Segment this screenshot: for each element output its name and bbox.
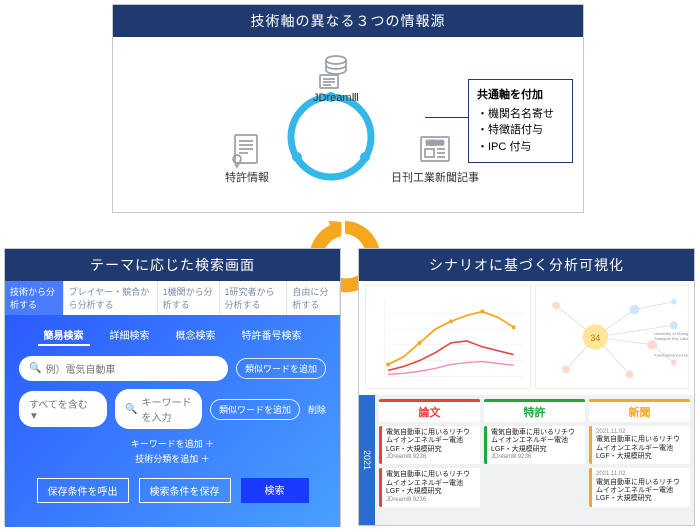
callout-item: ・機関名名寄せ	[477, 106, 564, 123]
match-select[interactable]: すべてを含む ▼	[19, 391, 107, 427]
viz-row: 34 University of Shanghai for Sci… Shang…	[359, 281, 694, 395]
right-header: シナリオに基づく分析可視化	[359, 249, 694, 281]
subtab-detail[interactable]: 詳細検索	[104, 325, 156, 346]
search-button[interactable]: 検索	[241, 478, 309, 503]
search-mode-tabs: 簡易検索 詳細検索 概念検索 特許番号検索	[19, 325, 326, 346]
analysis-tabs: 技術から分析する プレイヤー・競合から分析する 1機関から分析する 1研究者から…	[5, 281, 340, 315]
col-header-paper: 論文	[379, 399, 480, 422]
add-techclass-link[interactable]: 技術分類を追加 ＋	[19, 452, 326, 467]
news-card[interactable]: 2021.11.02 電気自動車に用いるリチウムイオンエネルギー電池 LGF・大…	[589, 426, 690, 464]
search-area: 簡易検索 詳細検索 概念検索 特許番号検索 🔍 例）電気自動車 類似ワードを追加…	[5, 315, 340, 527]
mini-line-chart	[365, 285, 531, 389]
left-panel: テーマに応じた検索画面 技術から分析する プレイヤー・競合から分析する 1機関か…	[4, 248, 341, 526]
callout-title: 共通軸を付加	[477, 87, 564, 104]
top-panel: 技術軸の異なる３つの情報源 JDreamⅢ 特許情報 NEWS 日刊工業新聞記事…	[112, 4, 584, 213]
subtab-concept[interactable]: 概念検索	[170, 325, 222, 346]
callout-item: ・特徴語付与	[477, 122, 564, 139]
keyword-input-1[interactable]: 🔍 例）電気自動車	[19, 356, 228, 381]
col-header-patent: 特許	[484, 399, 585, 422]
top-header: 技術軸の異なる３つの情報源	[113, 5, 583, 37]
news-card[interactable]: 2021.11.02 電気自動車に用いるリチウムイオンエネルギー電池 LGF・大…	[589, 468, 690, 506]
top-body: JDreamⅢ 特許情報 NEWS 日刊工業新聞記事 共通軸を付加 ・機関名名寄…	[113, 37, 583, 214]
keyword-input-2[interactable]: 🔍 キーワードを入力	[115, 389, 202, 429]
paper-card[interactable]: 電気自動車に用いるリチウムイオンエネルギー電池 LGF・大規模研究JDreamⅢ…	[379, 468, 480, 506]
source-news: NEWS 日刊工業新聞記事	[391, 129, 479, 185]
subtab-patentno[interactable]: 特許番号検索	[236, 325, 308, 346]
save-conditions-button[interactable]: 検索条件を保存	[139, 478, 231, 503]
tab-org[interactable]: 1機関から分析する	[158, 281, 220, 315]
tab-tech[interactable]: 技術から分析する	[5, 281, 64, 315]
source-jdream: JDreamⅢ	[313, 51, 359, 104]
patent-card[interactable]: 電気自動車に用いるリチウムイオンエネルギー電池 LGF・大規模研究JDreamⅢ…	[484, 426, 585, 464]
timeline-year-2021: 2021	[359, 395, 375, 525]
paper-card[interactable]: 電気自動車に用いるリチウムイオンエネルギー電池 LGF・大規模研究JDreamⅢ…	[379, 426, 480, 464]
right-body: 34 University of Shanghai for Sci… Shang…	[359, 281, 694, 527]
source-news-label: 日刊工業新聞記事	[391, 169, 479, 185]
svg-text:Korea Advanced Inst. S…: Korea Advanced Inst. S…	[654, 353, 689, 358]
net-center-label: 34	[590, 333, 600, 343]
left-header: テーマに応じた検索画面	[5, 249, 340, 281]
search-icon: 🔍	[125, 404, 137, 415]
delete-row[interactable]: 削除	[308, 403, 326, 416]
callout: 共通軸を付加 ・機関名名寄せ ・特徴語付与 ・IPC 付与	[468, 79, 573, 163]
callout-item: ・IPC 付与	[477, 139, 564, 156]
add-keyword-link[interactable]: キーワードを追加 ＋	[19, 437, 326, 452]
timeline: 2021 論文 電気自動車に用いるリチウムイオンエネルギー電池 LGF・大規模研…	[359, 395, 694, 525]
subtab-simple[interactable]: 簡易検索	[38, 325, 90, 346]
right-panel: シナリオに基づく分析可視化	[358, 248, 695, 526]
source-jdream-label: JDreamⅢ	[313, 91, 359, 104]
tab-player[interactable]: プレイヤー・競合から分析する	[64, 281, 158, 315]
mini-network-chart: 34 University of Shanghai for Sci… Shang…	[535, 285, 689, 389]
add-similar-1[interactable]: 類似ワードを追加	[236, 358, 326, 379]
recall-conditions-button[interactable]: 保存条件を呼出	[37, 478, 129, 503]
source-patent-label: 特許情報	[225, 169, 269, 185]
svg-text:NEWS: NEWS	[426, 141, 444, 147]
svg-text:Shanghai Key Laboratory of…: Shanghai Key Laboratory of…	[654, 336, 689, 341]
col-header-news: 新聞	[589, 399, 690, 422]
left-body: 技術から分析する プレイヤー・競合から分析する 1機関から分析する 1研究者から…	[5, 281, 340, 527]
tab-researcher[interactable]: 1研究者から分析する	[220, 281, 288, 315]
search-icon: 🔍	[29, 363, 41, 374]
add-similar-2[interactable]: 類似ワードを追加	[210, 399, 300, 420]
source-patent: 特許情報	[225, 129, 269, 185]
tab-free[interactable]: 自由に分析する	[287, 281, 340, 315]
